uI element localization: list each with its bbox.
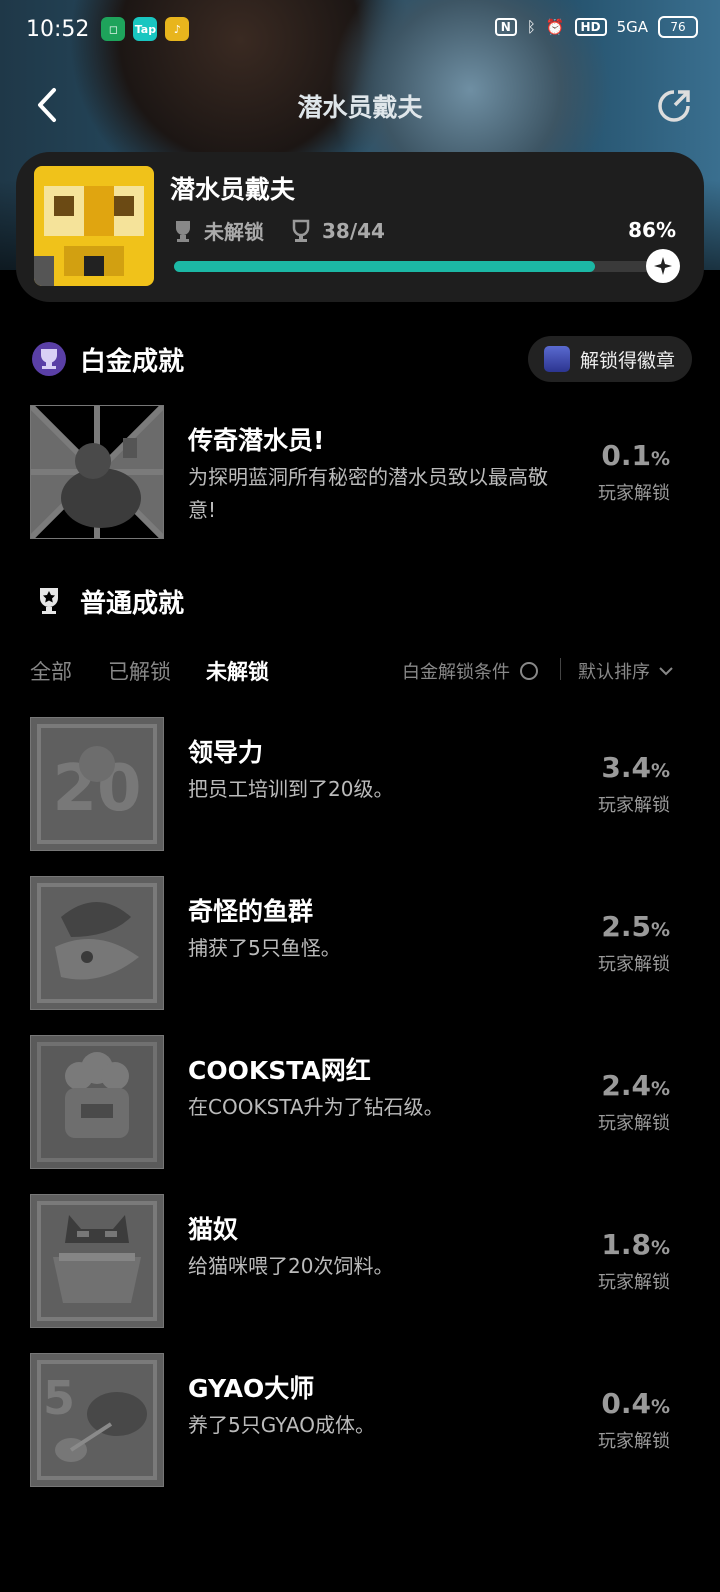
achievement-thumb xyxy=(28,403,166,541)
game-title: 潜水员戴夫 xyxy=(170,175,296,204)
achievement-title: COOKSTA网红 xyxy=(188,1056,371,1085)
platinum-trophy-icon xyxy=(176,220,190,242)
achievement-rate: 0.4% xyxy=(601,1387,670,1420)
progress-bar xyxy=(174,261,664,272)
achievement-desc: 在COOKSTA升为了钻石级。 xyxy=(188,1095,444,1119)
lock-status: 未解锁 xyxy=(204,220,264,244)
svg-text:5: 5 xyxy=(43,1371,75,1425)
achievement-row[interactable]: COOKSTA网红 在COOKSTA升为了钻石级。 2.4% 玩家解锁 xyxy=(30,1035,690,1171)
gyao-master-thumb: 5 xyxy=(30,1353,164,1487)
normal-heading-text: 普通成就 xyxy=(80,588,185,619)
achievement-desc: 为探明蓝洞所有秘密的潜水员致以最高敬意! xyxy=(188,465,548,522)
top-nav: 潜水员戴夫 xyxy=(0,70,720,140)
battery-icon: 76 xyxy=(658,16,698,38)
progress-fill xyxy=(174,261,596,272)
music-app-icon: ♪ xyxy=(165,17,190,41)
achievement-rate-label: 玩家解锁 xyxy=(598,483,670,504)
sort-label: 默认排序 xyxy=(578,662,650,683)
message-app-icon: ◻ xyxy=(101,17,126,41)
bluetooth-icon: ᛒ xyxy=(526,18,536,36)
tab-unlocked[interactable]: 已解锁 xyxy=(108,656,171,686)
chevron-down-icon xyxy=(659,667,673,676)
achievement-desc: 捕获了5只鱼怪。 xyxy=(188,936,341,960)
unlock-badge-button[interactable]: 解锁得徽章 xyxy=(528,336,692,382)
system-icons: N ᛒ ⏰ HD 5GA 76 xyxy=(494,16,698,38)
cooksta-thumb xyxy=(30,1035,164,1169)
achievement-rate: 0.1% xyxy=(601,439,670,472)
achievement-rate: 2.5% xyxy=(601,910,670,943)
nfc-icon: N xyxy=(494,18,517,36)
achievement-rate: 1.8% xyxy=(601,1228,670,1261)
achievement-title: 奇怪的鱼群 xyxy=(188,897,314,926)
signal-icon: 5GA xyxy=(616,18,648,36)
hd-icon: HD xyxy=(574,18,607,36)
platinum-heading-text: 白金成就 xyxy=(80,346,185,377)
achievement-rate-label: 玩家解锁 xyxy=(598,795,670,816)
divider xyxy=(560,658,561,680)
achievement-title: 猫奴 xyxy=(188,1215,239,1244)
badge-icon xyxy=(544,346,570,372)
platinum-heading: 白金成就 xyxy=(30,340,184,378)
nav-title: 潜水员戴夫 xyxy=(297,93,423,122)
achievement-title: GYAO大师 xyxy=(188,1374,315,1403)
progress-percent: 86% xyxy=(628,218,676,242)
fish-school-thumb xyxy=(30,876,164,1010)
achievement-title: 领导力 xyxy=(188,738,264,767)
achievement-row[interactable]: 猫奴 给猫咪喂了20次饲料。 1.8% 玩家解锁 xyxy=(30,1194,690,1330)
game-icon xyxy=(34,166,154,286)
filter-bar: 全部 已解锁 未解锁 白金解锁条件 默认排序 xyxy=(30,652,690,688)
leadership-thumb: 20 xyxy=(30,717,164,851)
status-time: 10:52 xyxy=(26,16,90,42)
achievement-desc: 养了5只GYAO成体。 xyxy=(188,1413,375,1437)
game-summary-card[interactable]: 潜水员戴夫 未解锁 38/44 86% xyxy=(16,152,704,302)
trophy-icon xyxy=(292,219,310,242)
achievement-rate-label: 玩家解锁 xyxy=(598,1113,670,1134)
achievement-row[interactable]: 5 GYAO大师 养了5只GYAO成体。 0.4% 玩家解锁 xyxy=(30,1353,690,1489)
alarm-icon: ⏰ xyxy=(545,18,565,36)
achievement-rate: 3.4% xyxy=(601,751,670,784)
condition-label: 白金解锁条件 xyxy=(402,662,510,683)
achievement-rate-label: 玩家解锁 xyxy=(598,954,670,975)
progress-star-icon xyxy=(646,249,680,283)
status-bar: 10:52 ◻ Tap ♪ N ᛒ ⏰ HD 5GA 76 xyxy=(0,0,720,58)
achievement-desc: 给猫咪喂了20次饲料。 xyxy=(188,1254,394,1278)
achievement-desc: 把员工培训到了20级。 xyxy=(188,777,394,801)
tab-locked[interactable]: 未解锁 xyxy=(206,656,269,686)
tap-app-icon: Tap xyxy=(133,17,158,41)
platinum-cup-icon xyxy=(32,342,66,376)
achievement-rate-label: 玩家解锁 xyxy=(598,1272,670,1293)
achievement-title: 传奇潜水员! xyxy=(188,426,325,455)
achievement-rate-label: 玩家解锁 xyxy=(598,1431,670,1452)
radio-circle-icon xyxy=(520,662,538,680)
notification-icons: ◻ Tap ♪ xyxy=(101,17,190,41)
trophy-count: 38/44 xyxy=(322,218,385,243)
share-icon[interactable] xyxy=(656,88,692,124)
normal-trophy-icon xyxy=(40,588,58,614)
game-meta: 未解锁 38/44 xyxy=(170,216,385,245)
achievement-row[interactable]: 20 领导力 把员工培训到了20级。 3.4% 玩家解锁 xyxy=(30,717,690,853)
unlock-badge-label: 解锁得徽章 xyxy=(580,349,676,372)
achievement-rate: 2.4% xyxy=(601,1069,670,1102)
platinum-condition-toggle[interactable]: 白金解锁条件 xyxy=(402,658,538,684)
normal-heading: 普通成就 xyxy=(30,582,184,620)
achievement-row[interactable]: 奇怪的鱼群 捕获了5只鱼怪。 2.5% 玩家解锁 xyxy=(30,876,690,1012)
platinum-achievement[interactable]: 传奇潜水员! 为探明蓝洞所有秘密的潜水员致以最高敬意! 0.1% 玩家解锁 xyxy=(28,403,690,541)
sort-dropdown[interactable]: 默认排序 xyxy=(578,658,674,684)
cat-lover-thumb xyxy=(30,1194,164,1328)
tab-all[interactable]: 全部 xyxy=(30,656,72,686)
